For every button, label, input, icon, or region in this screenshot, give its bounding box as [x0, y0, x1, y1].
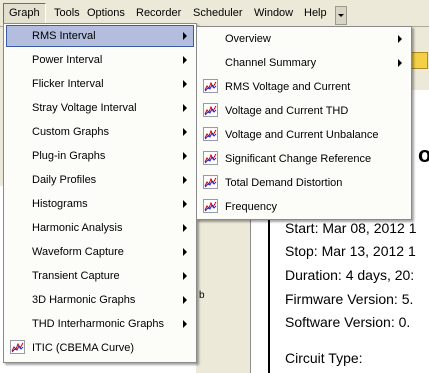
- submenu-arrow-icon: [183, 104, 187, 112]
- submenu-arrow-icon: [183, 224, 187, 232]
- submenu-item-voltage-and-current-unbalance[interactable]: Voltage and Current Unbalance: [199, 124, 409, 146]
- menu-item-transient-capture[interactable]: Transient Capture: [6, 265, 194, 287]
- menu-item-histograms[interactable]: Histograms: [6, 193, 194, 215]
- submenu-arrow-icon: [183, 200, 187, 208]
- submenu-arrow-icon: [183, 272, 187, 280]
- menu-item-label: Waveform Capture: [32, 246, 124, 258]
- menu-item-label: Overview: [225, 33, 271, 45]
- menu-item-label: Voltage and Current Unbalance: [225, 129, 379, 141]
- menu-window-label: Window: [254, 7, 294, 19]
- menu-recorder[interactable]: Recorder: [135, 5, 182, 21]
- left-panel-fragment: b: [199, 290, 205, 301]
- folder-icon[interactable]: [411, 52, 428, 69]
- menu-recorder-label: Recorder: [136, 7, 182, 19]
- menu-item-custom-graphs[interactable]: Custom Graphs: [6, 121, 194, 143]
- menu-item-flicker-interval[interactable]: Flicker Interval: [6, 73, 194, 95]
- menu-item-label: Custom Graphs: [32, 126, 110, 138]
- submenu-item-channel-summary[interactable]: Channel Summary: [199, 52, 409, 74]
- menu-scheduler[interactable]: Scheduler: [192, 5, 244, 21]
- graph-icon: [203, 199, 218, 213]
- menu-item-label: Daily Profiles: [32, 174, 97, 186]
- menu-item-label: Plug-in Graphs: [32, 150, 106, 162]
- menu-options[interactable]: Options: [86, 5, 126, 21]
- submenu-item-rms-voltage-and-current[interactable]: RMS Voltage and Current: [199, 76, 409, 98]
- submenu-arrow-icon: [398, 59, 402, 67]
- menu-item-stray-voltage-interval[interactable]: Stray Voltage Interval: [6, 97, 194, 119]
- menu-item-waveform-capture[interactable]: Waveform Capture: [6, 241, 194, 263]
- submenu-arrow-icon: [183, 152, 187, 160]
- menu-item-label: Histograms: [32, 198, 88, 210]
- submenu-item-significant-change-reference[interactable]: Significant Change Reference: [199, 148, 409, 170]
- graph-icon: [203, 103, 218, 117]
- menubar-overflow-button[interactable]: [335, 6, 347, 25]
- menu-item-label: Significant Change Reference: [225, 153, 372, 165]
- menu-tools[interactable]: Tools: [53, 5, 81, 21]
- menu-item-label: Power Interval: [32, 54, 103, 66]
- menu-item-rms-interval[interactable]: RMS Interval: [6, 25, 194, 47]
- menu-item-3d-harmonic-graphs[interactable]: 3D Harmonic Graphs: [6, 289, 194, 311]
- submenu-item-frequency[interactable]: Frequency: [199, 196, 409, 218]
- submenu-item-voltage-and-current-thd[interactable]: Voltage and Current THD: [199, 100, 409, 122]
- graph-icon: [203, 127, 218, 141]
- menu-item-plug-in-graphs[interactable]: Plug-in Graphs: [6, 145, 194, 167]
- submenu-arrow-icon: [183, 296, 187, 304]
- menu-item-harmonic-analysis[interactable]: Harmonic Analysis: [6, 217, 194, 239]
- menu-item-itic-cbema-curve[interactable]: ITIC (CBEMA Curve): [6, 337, 194, 359]
- graph-icon: [203, 79, 218, 93]
- submenu-arrow-icon: [183, 176, 187, 184]
- menu-graph-label: Graph: [9, 7, 40, 19]
- submenu-item-overview[interactable]: Overview: [199, 28, 409, 50]
- graph-icon: [10, 340, 25, 354]
- graph-menu: RMS Interval Power Interval Flicker Inte…: [3, 23, 197, 363]
- report-circuit-type: Circuit Type:: [285, 350, 363, 366]
- submenu-arrow-icon: [183, 320, 187, 328]
- graph-icon: [203, 175, 218, 189]
- report-start: Start: Mar 08, 2012 1: [285, 220, 417, 236]
- submenu-arrow-icon: [398, 35, 402, 43]
- menu-item-thd-interharmonic-graphs[interactable]: THD Interharmonic Graphs: [6, 313, 194, 335]
- report-heading: o: [418, 142, 429, 167]
- submenu-arrow-icon: [183, 128, 187, 136]
- menu-item-label: Transient Capture: [32, 270, 120, 282]
- submenu-arrow-icon: [183, 32, 187, 40]
- menu-item-label: Voltage and Current THD: [225, 105, 349, 117]
- menu-item-label: RMS Voltage and Current: [225, 81, 351, 93]
- menu-window[interactable]: Window: [253, 5, 294, 21]
- menu-item-label: THD Interharmonic Graphs: [32, 318, 165, 330]
- menu-item-label: RMS Interval: [32, 30, 96, 42]
- menu-item-label: Stray Voltage Interval: [32, 102, 137, 114]
- report-stop: Stop: Mar 13, 2012 1: [285, 243, 416, 259]
- menu-item-label: Frequency: [225, 201, 277, 213]
- menu-item-daily-profiles[interactable]: Daily Profiles: [6, 169, 194, 191]
- report-firmware-version: Firmware Version: 5.: [285, 291, 414, 307]
- submenu-arrow-icon: [183, 80, 187, 88]
- rms-interval-submenu: Overview Channel Summary RMS Voltage and…: [196, 26, 412, 220]
- report-duration: Duration: 4 days, 20:: [285, 267, 415, 283]
- menu-item-power-interval[interactable]: Power Interval: [6, 49, 194, 71]
- menu-help[interactable]: Help: [303, 5, 328, 21]
- submenu-item-total-demand-distortion[interactable]: Total Demand Distortion: [199, 172, 409, 194]
- report-software-version: Software Version: 0.: [285, 314, 411, 330]
- menu-item-label: 3D Harmonic Graphs: [32, 294, 136, 306]
- menu-help-label: Help: [304, 7, 327, 19]
- menu-item-label: Channel Summary: [225, 57, 317, 69]
- menu-graph[interactable]: Graph: [3, 3, 46, 24]
- menu-tools-label: Tools: [54, 7, 80, 19]
- graph-icon: [203, 151, 218, 165]
- submenu-arrow-icon: [183, 248, 187, 256]
- menu-scheduler-label: Scheduler: [193, 7, 243, 19]
- menu-item-label: Harmonic Analysis: [32, 222, 123, 234]
- chevron-down-icon: [338, 14, 344, 17]
- menu-item-label: ITIC (CBEMA Curve): [32, 342, 135, 354]
- menu-item-label: Total Demand Distortion: [225, 177, 343, 189]
- menu-options-label: Options: [87, 7, 125, 19]
- submenu-arrow-icon: [183, 56, 187, 64]
- menu-item-label: Flicker Interval: [32, 78, 104, 90]
